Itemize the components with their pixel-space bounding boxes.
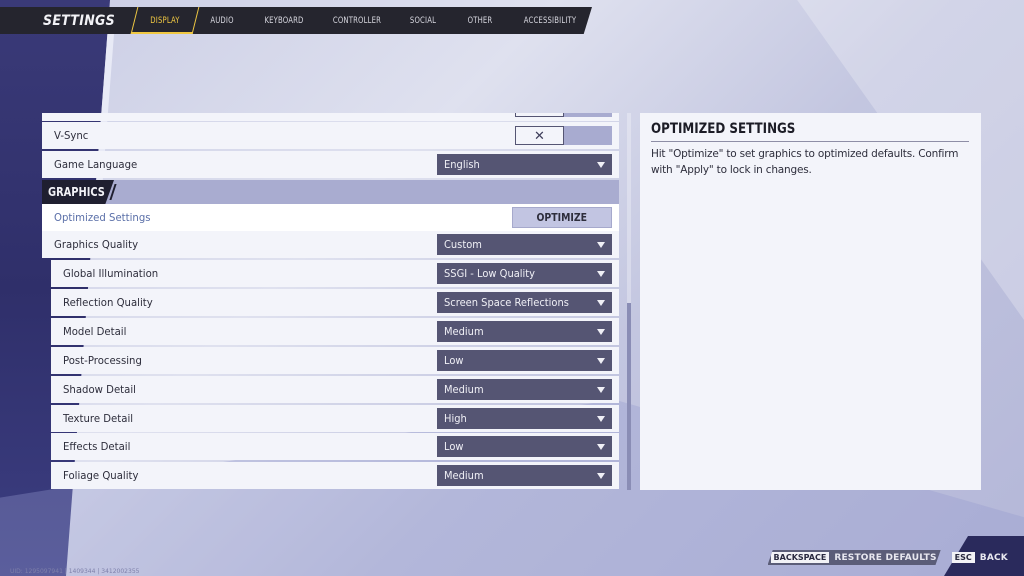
chevron-down-icon <box>597 386 605 393</box>
info-panel: OPTIMIZED SETTINGS Hit "Optimize" to set… <box>640 113 981 490</box>
setting-label: Foliage Quality <box>63 469 139 482</box>
restore-defaults-bg: BACKSPACE RESTORE DEFAULTS <box>767 550 941 565</box>
settings-row-game-language: Game Language English <box>42 151 619 178</box>
settings-row-vsync: V-Sync ✕ <box>42 122 619 149</box>
settings-row-post-processing: Post-Processing Low <box>51 347 619 374</box>
chevron-down-icon <box>597 443 605 450</box>
chevron-down-icon <box>597 270 605 277</box>
settings-row-model-detail: Model Detail Medium <box>51 318 619 345</box>
info-description: Hit "Optimize" to set graphics to optimi… <box>651 148 959 176</box>
setting-label: Effects Detail <box>63 440 131 453</box>
tab-accessibility-label: ACCESSIBILITY <box>523 15 577 26</box>
toggle-off-segment <box>515 113 564 117</box>
tab-social[interactable]: SOCIAL <box>394 7 452 34</box>
chevron-down-icon <box>597 328 605 335</box>
dropdown-value: Screen Space Reflections <box>444 296 569 309</box>
chevron-down-icon <box>597 161 605 168</box>
settings-row-foliage-quality: Foliage Quality Medium <box>51 462 619 489</box>
setting-label: Texture Detail <box>63 412 134 425</box>
setting-label: Shadow Detail <box>63 383 136 396</box>
tab-display-label: DISPLAY <box>150 15 180 26</box>
post-processing-dropdown[interactable]: Low <box>437 350 612 371</box>
dropdown-value: High <box>444 412 467 425</box>
tab-audio[interactable]: AUDIO <box>196 7 248 34</box>
settings-row-texture-detail: Texture Detail High <box>51 405 619 432</box>
scrollbar-thumb[interactable] <box>627 303 631 490</box>
back-button[interactable]: ESC BACK <box>949 550 1012 565</box>
footer-actions: BACKSPACE RESTORE DEFAULTS ESC BACK <box>767 550 1012 565</box>
dropdown-value: Low <box>444 440 464 453</box>
foliage-quality-dropdown[interactable]: Medium <box>437 465 612 486</box>
model-detail-dropdown[interactable]: Medium <box>437 321 612 342</box>
settings-row-reflection-quality: Reflection Quality Screen Space Reflecti… <box>51 289 619 316</box>
settings-list: V-Sync ✕ Game Language English GRAPHICS … <box>42 113 619 489</box>
chevron-down-icon <box>597 299 605 306</box>
setting-label: Post-Processing <box>63 354 142 367</box>
info-divider <box>651 141 969 142</box>
dropdown-value: Medium <box>444 383 484 396</box>
backspace-key-icon: BACKSPACE <box>770 552 830 563</box>
tab-controller[interactable]: CONTROLLER <box>320 7 394 34</box>
settings-scrollbar[interactable] <box>627 113 631 490</box>
chevron-down-icon <box>597 357 605 364</box>
settings-row-shadow-detail: Shadow Detail Medium <box>51 376 619 403</box>
optimize-button-label: OPTIMIZE <box>536 211 588 224</box>
toggle-partial[interactable] <box>515 113 612 117</box>
setting-label: Reflection Quality <box>63 296 153 309</box>
vsync-label: V-Sync <box>54 129 89 142</box>
reflection-quality-dropdown[interactable]: Screen Space Reflections <box>437 292 612 313</box>
chevron-down-icon <box>597 472 605 479</box>
game-language-label: Game Language <box>54 158 138 171</box>
settings-row-graphics-quality: Graphics Quality Custom <box>42 231 619 258</box>
tab-other[interactable]: OTHER <box>452 7 508 34</box>
tab-accessibility[interactable]: ACCESSIBILITY <box>508 7 592 34</box>
back-label: BACK <box>979 552 1008 563</box>
settings-row-effects-detail: Effects Detail Low <box>51 433 619 460</box>
vsync-toggle[interactable]: ✕ <box>515 126 612 145</box>
chevron-down-icon <box>597 415 605 422</box>
tab-display[interactable]: DISPLAY <box>134 7 196 34</box>
tab-keyboard[interactable]: KEYBOARD <box>248 7 320 34</box>
tab-bar: DISPLAY AUDIO KEYBOARD CONTROLLER SOCIAL… <box>134 7 592 34</box>
build-id-text: UID: 1295097941 | 1409344 | 3412002355 <box>10 568 140 575</box>
game-language-dropdown[interactable]: English <box>437 154 612 175</box>
texture-detail-dropdown[interactable]: High <box>437 408 612 429</box>
optimize-button[interactable]: OPTIMIZE <box>512 207 612 228</box>
graphics-quality-label: Graphics Quality <box>54 238 139 251</box>
esc-key-icon: ESC <box>951 552 975 563</box>
settings-row-global-illumination: Global Illumination SSGI - Low Quality <box>51 260 619 287</box>
settings-row-optimized: Optimized Settings OPTIMIZE <box>42 204 619 231</box>
global-illumination-dropdown[interactable]: SSGI - Low Quality <box>437 263 612 284</box>
tab-controller-label: CONTROLLER <box>332 15 382 26</box>
dropdown-value: Medium <box>444 325 484 338</box>
setting-label: Model Detail <box>63 325 127 338</box>
dropdown-value: Custom <box>444 238 482 251</box>
dropdown-value: English <box>444 158 480 171</box>
back-bg: ESC BACK <box>949 550 1012 565</box>
effects-detail-dropdown[interactable]: Low <box>437 436 612 457</box>
info-title: OPTIMIZED SETTINGS <box>651 121 796 137</box>
section-title: GRAPHICS <box>48 185 105 199</box>
shadow-detail-dropdown[interactable]: Medium <box>437 379 612 400</box>
setting-label: Global Illumination <box>63 267 159 280</box>
top-nav-bar: SETTINGS DISPLAY AUDIO KEYBOARD CONTROLL… <box>0 7 592 34</box>
tab-audio-label: AUDIO <box>210 15 234 26</box>
tab-social-label: SOCIAL <box>409 15 437 26</box>
tab-keyboard-label: KEYBOARD <box>264 15 304 26</box>
page-title: SETTINGS <box>43 12 115 29</box>
optimized-settings-label: Optimized Settings <box>54 211 151 224</box>
dropdown-value: Medium <box>444 469 484 482</box>
x-icon: ✕ <box>515 126 564 145</box>
restore-defaults-button[interactable]: BACKSPACE RESTORE DEFAULTS <box>767 550 941 565</box>
dropdown-value: SSGI - Low Quality <box>444 267 536 280</box>
dropdown-value: Low <box>444 354 464 367</box>
section-tag: GRAPHICS <box>42 180 114 204</box>
tab-other-label: OTHER <box>467 15 493 26</box>
section-header-graphics: GRAPHICS <box>42 180 619 204</box>
graphics-quality-dropdown[interactable]: Custom <box>437 234 612 255</box>
restore-defaults-label: RESTORE DEFAULTS <box>834 552 937 563</box>
chevron-down-icon <box>597 241 605 248</box>
settings-row-partial <box>42 113 619 121</box>
